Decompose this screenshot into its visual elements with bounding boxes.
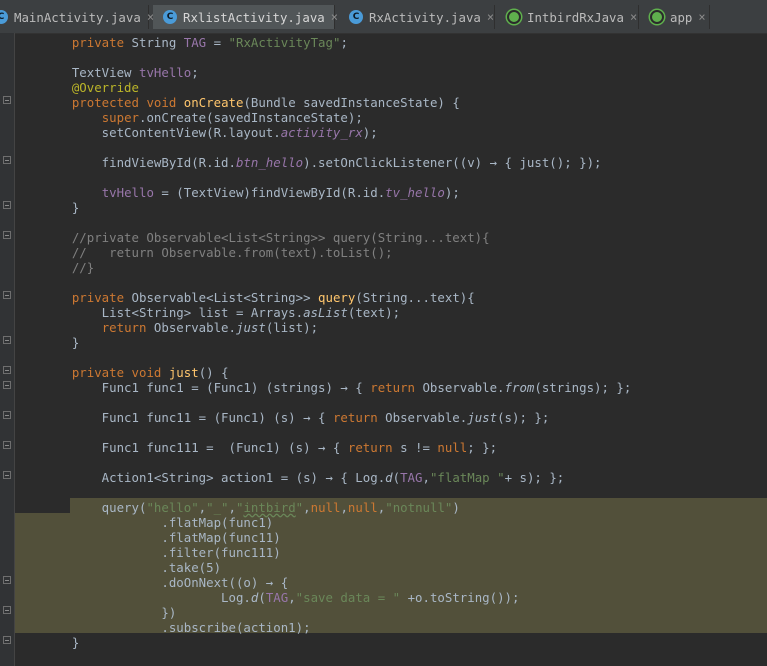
code-line: private String TAG = "RxActivityTag"; [71, 35, 348, 50]
fold-marker-icon[interactable] [3, 411, 11, 419]
code-line: } [42, 635, 80, 650]
code-line: return Observable.just(list); [101, 320, 319, 335]
tab-rxactivity[interactable]: C RxActivity.java × [339, 5, 495, 29]
fold-marker-icon[interactable] [3, 441, 11, 449]
fold-marker-icon[interactable] [3, 156, 11, 164]
fold-marker-icon[interactable] [3, 381, 11, 389]
java-class-icon: C [349, 10, 363, 24]
code-line: Func1 func1 = (Func1) (strings) → { retu… [42, 380, 632, 395]
code-line: } [42, 335, 80, 350]
tab-label: app [670, 9, 693, 25]
java-class-icon: C [0, 10, 8, 24]
fold-marker-icon[interactable] [3, 336, 11, 344]
code-line: //private Observable<List<String>> query… [42, 230, 490, 245]
code-line: query("hello","_","intbird",null,null,"n… [42, 500, 460, 515]
code-line: Func1 func11 = (Func1) (s) → { return Ob… [42, 410, 550, 425]
code-line: Action1<String> action1 = (s) → { Log.d(… [42, 470, 565, 485]
gradle-module-icon [507, 10, 521, 24]
fold-marker-icon[interactable] [3, 231, 11, 239]
code-line: .flatMap(func11) [42, 530, 281, 545]
gradle-module-icon [650, 10, 664, 24]
code-line: .subscribe(action1); [42, 620, 311, 635]
fold-marker-icon[interactable] [3, 471, 11, 479]
editor-gutter [0, 33, 15, 666]
code-line: .doOnNext((o) → { [42, 575, 289, 590]
tab-label: RxActivity.java [369, 9, 481, 25]
close-icon[interactable]: × [331, 10, 338, 24]
code-line: .flatMap(func1) [42, 515, 274, 530]
close-icon[interactable]: × [630, 10, 637, 24]
fold-marker-icon[interactable] [3, 366, 11, 374]
code-line: setContentView(R.layout.activity_rx); [42, 125, 378, 140]
code-line: private void just() { [71, 365, 229, 380]
code-line: } [42, 200, 80, 215]
fold-marker-icon[interactable] [3, 291, 11, 299]
tab-label: RxlistActivity.java [183, 9, 325, 25]
close-icon[interactable]: × [698, 10, 705, 24]
tab-app[interactable]: app × [642, 5, 710, 29]
code-line: .filter(func111) [42, 545, 281, 560]
tab-mainactivity[interactable]: C MainActivity.java × [0, 5, 154, 29]
editor-tab-bar: C MainActivity.java × C RxlistActivity.j… [0, 0, 767, 34]
code-line: Func1 func111 = (Func1) (s) → { return s… [42, 440, 498, 455]
tab-label: MainActivity.java [14, 9, 141, 25]
code-line: tvHello = (TextView)findViewById(R.id.tv… [101, 185, 460, 200]
java-class-icon: C [163, 10, 177, 24]
code-line: protected void onCreate(Bundle savedInst… [71, 95, 460, 110]
tab-label: IntbirdRxJava [527, 9, 624, 25]
code-editor[interactable]: private String TAG = "RxActivityTag"; Te… [15, 33, 767, 666]
code-line: findViewById(R.id.btn_hello).setOnClickL… [42, 155, 602, 170]
tab-intbirdrxjava[interactable]: IntbirdRxJava × [499, 5, 639, 29]
fold-marker-icon[interactable] [3, 576, 11, 584]
fold-marker-icon[interactable] [3, 96, 11, 104]
code-line: Log.d(TAG,"save data = " +o.toString()); [42, 590, 520, 605]
tab-bar-top-edge [0, 0, 767, 4]
code-line: TextView tvHello; [42, 65, 199, 80]
code-line: private Observable<List<String>> query(S… [71, 290, 475, 305]
code-line: List<String> list = Arrays.asList(text); [42, 305, 401, 320]
close-icon[interactable]: × [487, 10, 494, 24]
code-line: }) [42, 605, 177, 620]
fold-marker-icon[interactable] [3, 636, 11, 644]
code-line: super.onCreate(savedInstanceState); [101, 110, 363, 125]
fold-marker-icon[interactable] [3, 606, 11, 614]
code-line: // return Observable.from(text).toList()… [42, 245, 393, 260]
tab-rxlistactivity[interactable]: C RxlistActivity.java × [153, 5, 338, 29]
code-line: //} [42, 260, 95, 275]
fold-marker-icon[interactable] [3, 201, 11, 209]
code-line: .take(5) [42, 560, 222, 575]
code-line: @Override [71, 80, 139, 95]
